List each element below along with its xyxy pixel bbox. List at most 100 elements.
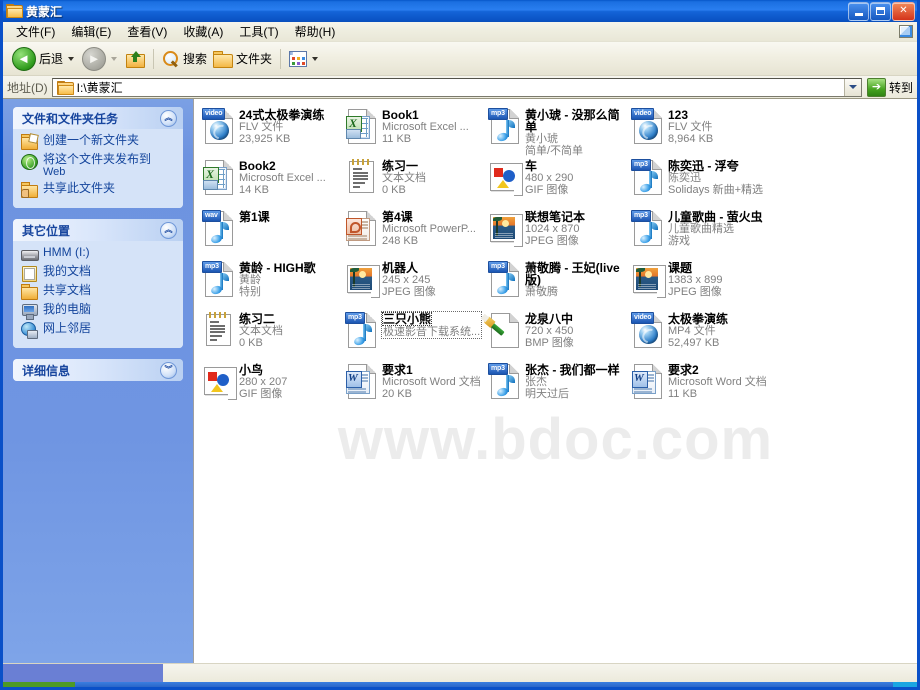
- address-input[interactable]: I:\黄蒙汇: [51, 77, 862, 97]
- file-item[interactable]: 机器人 245 x 245 JPEG 图像: [345, 258, 488, 309]
- folders-button[interactable]: 文件夹: [210, 47, 275, 71]
- up-button[interactable]: [122, 47, 148, 71]
- panel-header-file-folder-tasks[interactable]: 文件和文件夹任务 ︽: [13, 107, 183, 129]
- sidebar-item-drive-i[interactable]: HMM (I:): [21, 246, 177, 262]
- file-item[interactable]: mp3 张杰 - 我们都一样 张杰 明天过后: [488, 360, 631, 411]
- sidebar-item-label: HMM (I:): [43, 245, 90, 259]
- file-info: 联想笔记本 1024 x 870 JPEG 图像: [525, 210, 585, 247]
- sidebar-item-network[interactable]: 网上邻居: [21, 322, 177, 339]
- start-button-strip[interactable]: [3, 682, 75, 687]
- file-info: 要求1 Microsoft Word 文档 20 KB: [382, 363, 481, 400]
- file-meta-line-1: Microsoft Excel ...: [382, 121, 469, 133]
- text-file-icon: [202, 312, 234, 348]
- file-info: 第1课: [239, 210, 270, 223]
- chevron-up-icon[interactable]: ︽: [160, 109, 177, 127]
- menu-favorites[interactable]: 收藏(A): [175, 22, 231, 41]
- file-item[interactable]: mp3 黄小琥 - 没那么简单 黄小琥 简单/不简单: [488, 105, 631, 157]
- forward-dropdown-caret-icon[interactable]: [111, 56, 118, 61]
- menu-help[interactable]: 帮助(H): [287, 22, 344, 41]
- maximize-button[interactable]: [870, 1, 891, 21]
- file-item[interactable]: 练习一 文本文档 0 KB: [345, 156, 488, 207]
- file-meta-line-1: 儿童歌曲精选: [668, 223, 734, 235]
- forward-button[interactable]: ►: [79, 46, 122, 71]
- file-name: 要求2: [668, 363, 699, 377]
- file-meta-line-2: 52,497 KB: [668, 337, 720, 349]
- file-meta-line-2: BMP 图像: [525, 337, 574, 349]
- file-item[interactable]: 课题 1383 x 899 JPEG 图像: [631, 258, 774, 309]
- status-progress-fill: [3, 664, 163, 682]
- file-info: 小鸟 280 x 207 GIF 图像: [239, 363, 287, 400]
- chevron-down-icon[interactable]: ︾: [160, 361, 177, 379]
- file-item[interactable]: Book2Microsoft Excel ...14 KB: [202, 156, 345, 207]
- mp3-file-icon: mp3: [345, 312, 377, 348]
- file-meta-line-2: 11 KB: [382, 133, 412, 145]
- main-content: 文件和文件夹任务 ︽ 创建一个新文件夹 将这个文件夹发布到 Web 共享此文件夹…: [3, 99, 917, 663]
- back-dropdown-caret-icon[interactable]: [68, 56, 75, 61]
- sidebar-item-share-folder[interactable]: 共享此文件夹: [21, 182, 177, 198]
- file-item[interactable]: 第4课 Microsoft PowerP... 248 KB: [345, 207, 488, 258]
- windows-flag-icon: [897, 23, 913, 39]
- file-name: 张杰 - 我们都一样: [525, 363, 620, 377]
- file-info: 24式太极拳演练 FLV 文件 23,925 KB: [239, 108, 324, 145]
- file-item[interactable]: 联想笔记本 1024 x 870 JPEG 图像: [488, 207, 631, 258]
- views-dropdown-caret-icon[interactable]: [312, 56, 319, 61]
- back-button[interactable]: ◄ 后退: [9, 46, 79, 71]
- file-name: 萧敬腾 - 王妃(live版): [525, 261, 620, 287]
- menu-view[interactable]: 查看(V): [119, 22, 175, 41]
- file-item[interactable]: video 太极拳演练 MP4 文件 52,497 KB: [631, 309, 774, 360]
- file-list-pane[interactable]: www.bdoc.com video 24式太极拳演练 FLV 文件 23,925 K…: [193, 99, 917, 663]
- powerpoint-file-icon: [345, 210, 377, 246]
- search-icon: [162, 50, 180, 68]
- file-item[interactable]: Book1Microsoft Excel ...11 KB: [345, 105, 488, 156]
- menu-tools[interactable]: 工具(T): [231, 22, 286, 41]
- file-item[interactable]: video 123 FLV 文件 8,964 KB: [631, 105, 774, 156]
- chevron-up-icon[interactable]: ︽: [160, 221, 177, 239]
- file-item[interactable]: mp3 陈奕迅 - 浮夸 陈奕迅 Solidays 新曲+精选: [631, 156, 774, 207]
- file-meta-line-1: Microsoft Excel ...: [239, 172, 326, 184]
- file-meta-line-2: 20 KB: [382, 388, 412, 400]
- media-sphere-icon: [639, 325, 658, 344]
- minimize-button[interactable]: [848, 1, 869, 21]
- menu-edit[interactable]: 编辑(E): [63, 22, 119, 41]
- file-item[interactable]: 练习二 文本文档 0 KB: [202, 309, 345, 360]
- file-item[interactable]: 龙泉八中 720 x 450 BMP 图像: [480, 309, 631, 360]
- file-meta-line-1: 1024 x 870: [525, 223, 580, 235]
- file-item[interactable]: video 24式太极拳演练 FLV 文件 23,925 KB: [202, 105, 345, 156]
- file-meta-line-1: 陈奕迅: [668, 172, 701, 184]
- file-item[interactable]: mp3 黄龄 - HIGH歌 黄龄 特别: [202, 258, 345, 309]
- file-item-empty: [774, 156, 917, 207]
- file-item[interactable]: mp3 儿童歌曲 - 萤火虫 儿童歌曲精选 游戏: [631, 207, 774, 258]
- file-meta-line-1: 文本文档: [239, 325, 283, 337]
- file-item[interactable]: 要求2Microsoft Word 文档11 KB: [631, 360, 774, 411]
- panel-details: 详细信息 ︾: [13, 359, 183, 381]
- file-name: 练习二: [239, 312, 276, 326]
- video-file-icon: video: [202, 108, 234, 144]
- panel-header-other-places[interactable]: 其它位置 ︽: [13, 219, 183, 241]
- file-item[interactable]: mp3 萧敬腾 - 王妃(live版) 萧敬腾: [488, 258, 631, 309]
- word-icon: [346, 371, 370, 394]
- sidebar-item-publish-web[interactable]: 将这个文件夹发布到 Web: [21, 153, 177, 179]
- video-badge-icon: video: [202, 108, 226, 120]
- file-item[interactable]: wav 第1课: [202, 207, 345, 258]
- address-value: I:\黄蒙汇: [76, 80, 123, 95]
- search-button[interactable]: 搜索: [159, 47, 210, 71]
- file-meta-line-1: 极速影音下载系统...: [383, 326, 481, 338]
- wav-badge-icon: wav: [202, 210, 221, 222]
- close-button[interactable]: ✕: [892, 1, 915, 21]
- file-item[interactable]: 要求1Microsoft Word 文档20 KB: [345, 360, 488, 411]
- sidebar-item-shared-documents[interactable]: 共享文档: [21, 284, 177, 300]
- views-button[interactable]: [286, 47, 323, 71]
- sidebar-item-my-documents[interactable]: 我的文档: [21, 265, 177, 282]
- file-item[interactable]: mp3 三只小熊 极速影音下载系统...: [345, 309, 488, 360]
- address-dropdown-button[interactable]: [843, 78, 861, 96]
- panel-header-details[interactable]: 详细信息 ︾: [13, 359, 183, 381]
- file-meta-line-2: 23,925 KB: [239, 133, 291, 145]
- jpeg-image-icon: [345, 261, 380, 298]
- excel-icon: [203, 167, 227, 190]
- go-button[interactable]: ➔ 转到: [866, 77, 913, 97]
- file-item[interactable]: 小鸟 280 x 207 GIF 图像: [202, 360, 345, 411]
- menu-file[interactable]: 文件(F): [8, 22, 63, 41]
- sidebar-item-my-computer[interactable]: 我的电脑: [21, 303, 177, 320]
- sidebar-item-new-folder[interactable]: 创建一个新文件夹: [21, 133, 177, 150]
- file-item[interactable]: 车 480 x 290 GIF 图像: [488, 156, 631, 207]
